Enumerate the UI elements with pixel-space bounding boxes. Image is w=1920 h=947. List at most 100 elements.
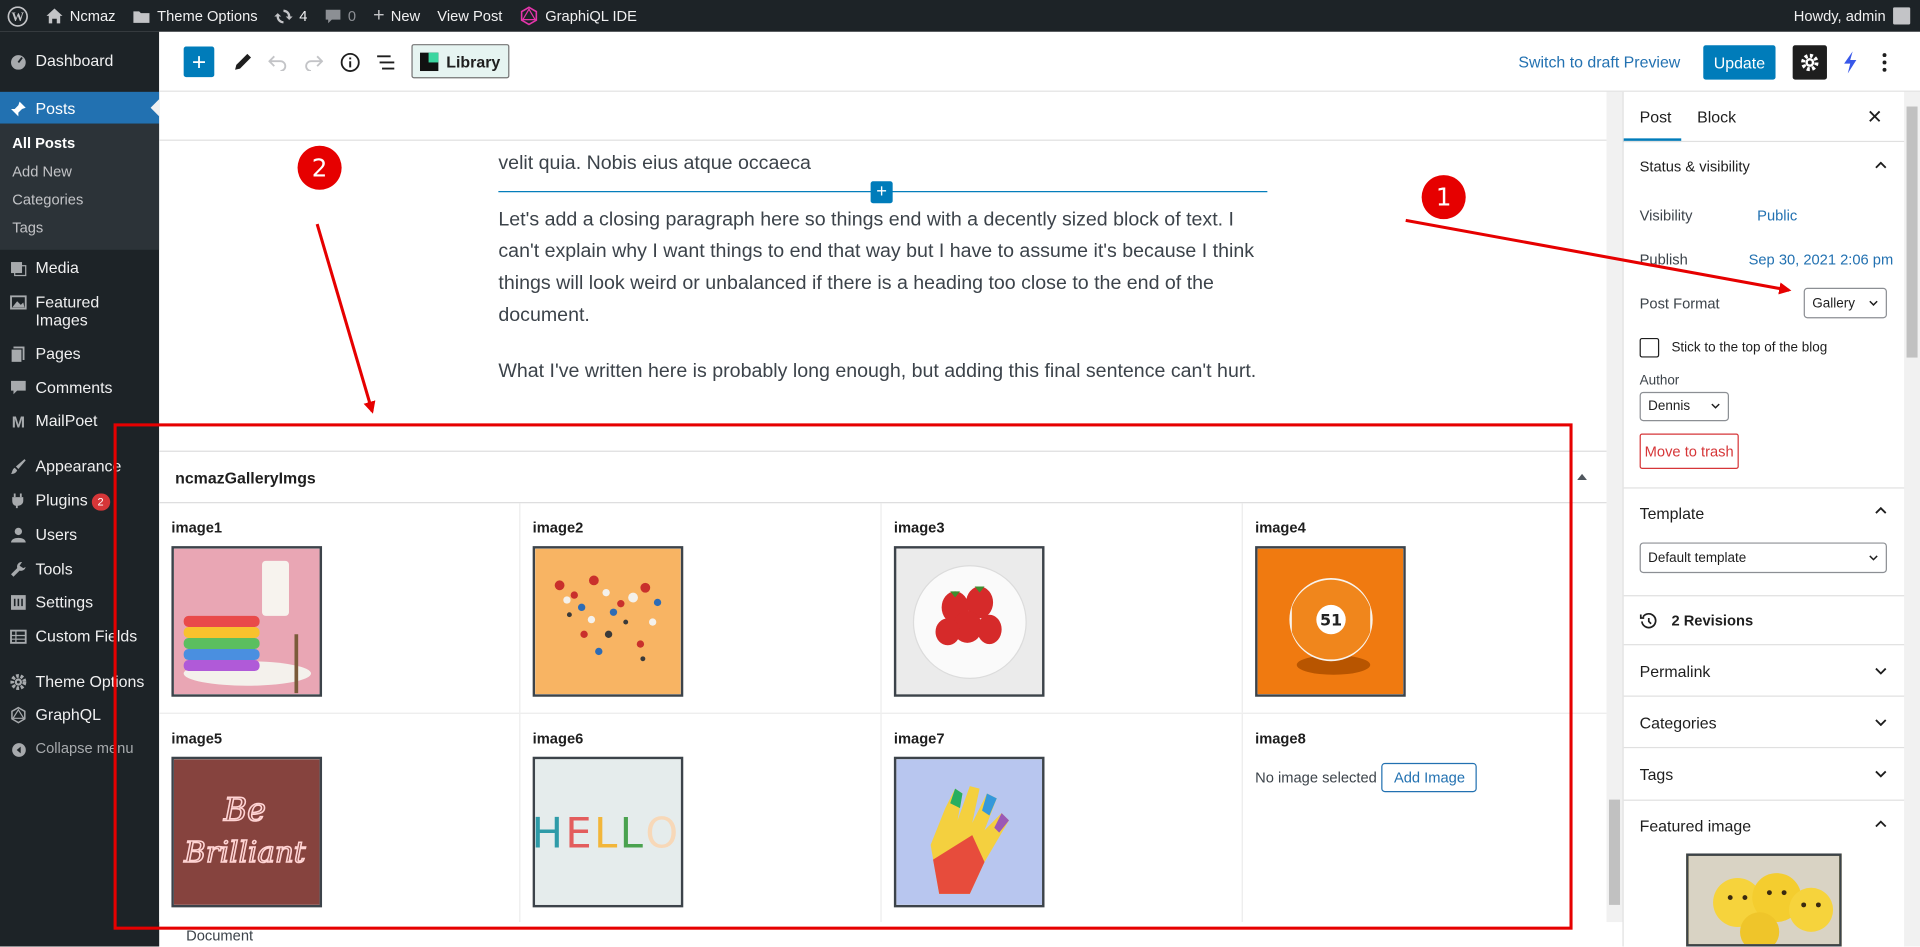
featured-image-title[interactable]: Featured image <box>1640 817 1752 835</box>
image4-thumbnail[interactable]: 51 <box>1255 546 1406 697</box>
paragraph-block-top[interactable]: velit quia. Nobis eius atque occaeca <box>498 148 1269 180</box>
view-post-link[interactable]: View Post <box>429 0 511 32</box>
add-image-button[interactable]: Add Image <box>1381 762 1478 793</box>
library-label: Library <box>446 52 501 71</box>
sidebar-item-plugins[interactable]: Plugins 2 <box>0 491 159 511</box>
graphiql-ide-link[interactable]: GraphiQL IDE <box>511 0 646 32</box>
comments-link[interactable]: 0 <box>316 0 365 32</box>
sidebar-item-comments[interactable]: Comments <box>0 378 159 397</box>
tab-block[interactable]: Block <box>1697 108 1736 126</box>
redo-button[interactable] <box>300 49 327 76</box>
categories-title[interactable]: Categories <box>1640 714 1717 732</box>
image3-thumbnail[interactable] <box>893 546 1045 697</box>
chevron-down-icon[interactable] <box>1875 667 1887 675</box>
chevron-down-icon[interactable] <box>1875 770 1887 778</box>
submenu-tags[interactable]: Tags <box>12 219 43 236</box>
template-title[interactable]: Template <box>1640 504 1705 522</box>
image7-thumbnail[interactable] <box>893 756 1045 908</box>
paragraph-block-closing[interactable]: Let's add a closing paragraph here so th… <box>498 204 1269 331</box>
sidebar-item-mailpoet[interactable]: M MailPoet <box>0 411 159 430</box>
sidebar-item-dashboard[interactable]: Dashboard <box>0 51 159 70</box>
image5-thumbnail[interactable]: Be Brilliant <box>171 756 323 908</box>
update-button[interactable]: Update <box>1703 45 1776 80</box>
chevron-down-icon[interactable] <box>1875 719 1887 727</box>
app-root: W Ncmaz Theme Options 4 0 + New View Pos… <box>0 0 1920 947</box>
sticky-checkbox[interactable] <box>1639 337 1660 358</box>
image-icon <box>10 294 27 311</box>
settings-icon <box>10 594 27 611</box>
my-account-link[interactable]: Howdy, admin <box>1794 0 1911 32</box>
chevron-up-icon[interactable] <box>1875 820 1887 828</box>
image6-thumbnail[interactable]: HELLO <box>532 756 684 908</box>
status-visibility-title[interactable]: Status & visibility <box>1640 158 1750 175</box>
featured-image-thumbnail[interactable] <box>1686 853 1842 947</box>
tools-button[interactable] <box>229 49 256 76</box>
scrollbar-thumb[interactable] <box>1906 106 1918 358</box>
paragraph-block-final[interactable]: What I've written here is probably long … <box>498 356 1269 388</box>
visibility-toggle[interactable]: Public <box>1757 207 1797 224</box>
sidebar-item-featured-images[interactable]: Featured Images <box>0 293 159 329</box>
sidebar-item-custom-fields[interactable]: Custom Fields <box>0 627 159 645</box>
submenu-add-new[interactable]: Add New <box>12 163 72 180</box>
gallery-cell: image2 <box>520 503 882 713</box>
metabox-header[interactable]: ncmazGalleryImgs <box>159 452 1607 504</box>
settings-toggle-button[interactable] <box>1792 45 1827 80</box>
revisions-link[interactable]: 2 Revisions <box>1671 612 1753 629</box>
settings-scrollbar[interactable] <box>1904 91 1920 947</box>
undo-button[interactable] <box>264 49 291 76</box>
image1-thumbnail[interactable] <box>171 546 323 697</box>
template-select[interactable]: Default template <box>1639 542 1887 574</box>
scrollbar-thumb[interactable] <box>1608 799 1621 905</box>
sidebar-item-tools[interactable]: Tools <box>0 560 159 578</box>
publish-label: Publish <box>1639 251 1688 269</box>
new-content-link[interactable]: + New <box>365 0 429 32</box>
sidebar-item-settings[interactable]: Settings <box>0 593 159 611</box>
svg-text:HELLO: HELLO <box>535 808 681 857</box>
sidebar-item-media[interactable]: Media <box>0 258 159 277</box>
theme-options-link[interactable]: Theme Options <box>124 0 266 32</box>
inline-inserter-button[interactable]: + <box>870 181 893 204</box>
panel-divider <box>1623 487 1906 489</box>
sidebar-item-pages[interactable]: Pages <box>0 344 159 363</box>
wordpress-logo-button[interactable]: W <box>0 0 37 32</box>
image2-thumbnail[interactable] <box>532 546 684 697</box>
publish-date-toggle[interactable]: Sep 30, 2021 2:06 pm <box>1749 251 1894 268</box>
image-label: image6 <box>532 729 584 747</box>
permalink-title[interactable]: Permalink <box>1640 662 1711 680</box>
sidebar-item-appearance[interactable]: Appearance <box>0 457 159 475</box>
folder-icon <box>133 10 150 23</box>
site-name-link[interactable]: Ncmaz <box>37 0 124 32</box>
block-breadcrumb[interactable]: Document <box>186 927 253 944</box>
canvas-scrollbar[interactable] <box>1606 91 1623 923</box>
preview-button[interactable]: Preview <box>1624 53 1681 71</box>
image-label: image7 <box>893 729 945 747</box>
details-button[interactable] <box>337 49 364 76</box>
collapse-menu-button[interactable]: Collapse menu <box>0 740 159 758</box>
list-view-button[interactable] <box>372 49 399 76</box>
submenu-categories[interactable]: Categories <box>12 191 83 208</box>
library-button[interactable]: Library <box>411 44 510 79</box>
switch-to-draft-button[interactable]: Switch to draft <box>1518 53 1619 71</box>
sidebar-item-users[interactable]: Users <box>0 525 159 544</box>
sidebar-item-graphql[interactable]: GraphQL <box>0 705 159 724</box>
submenu-all-posts[interactable]: All Posts <box>12 135 75 152</box>
chevron-up-icon[interactable] <box>1875 506 1887 514</box>
chevron-up-icon[interactable] <box>1875 161 1887 169</box>
current-arrow-icon <box>150 99 160 117</box>
updates-link[interactable]: 4 <box>266 0 316 32</box>
tags-title[interactable]: Tags <box>1640 765 1674 783</box>
sidebar-item-theme-options[interactable]: Theme Options <box>0 672 159 691</box>
author-select[interactable]: Dennis <box>1639 391 1729 422</box>
performance-button[interactable] <box>1837 49 1864 76</box>
tab-post[interactable]: Post <box>1640 108 1672 126</box>
move-to-trash-button[interactable]: Move to trash <box>1639 433 1739 469</box>
theme-options-label: Theme Options <box>157 7 258 25</box>
options-menu-button[interactable] <box>1871 49 1898 76</box>
post-format-value: Gallery <box>1812 295 1855 311</box>
collapse-up-icon[interactable] <box>1577 473 1587 481</box>
sidebar-item-label: GraphQL <box>35 705 102 724</box>
sidebar-item-posts[interactable]: Posts <box>0 91 160 124</box>
post-format-select[interactable]: Gallery <box>1803 287 1887 319</box>
block-inserter-button[interactable]: + <box>183 46 215 78</box>
close-icon[interactable] <box>1869 110 1881 122</box>
